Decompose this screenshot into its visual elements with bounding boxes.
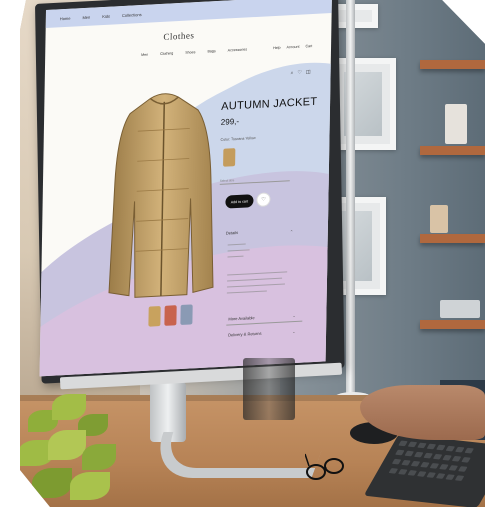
shelf-pot [430,205,448,233]
topbar-link[interactable]: Collections [122,11,142,17]
shelf-3 [420,234,485,243]
nav-utility: Help Account Cart [273,44,312,50]
product-image-jacket [108,93,214,298]
search-icon[interactable]: ⌕ [291,70,294,76]
nav-utility-item[interactable]: Account [286,45,299,50]
header-icons: ⌕ ♡ ◫ [291,69,311,76]
nav-item[interactable]: Clothing [160,51,173,56]
nav-item[interactable]: Bags [207,49,215,53]
bag-icon[interactable]: ◫ [306,69,311,75]
shelf-4 [420,320,485,329]
nav-item[interactable]: Men [141,53,148,57]
potted-plant [20,380,128,505]
add-to-cart-button[interactable]: Add to cart [225,194,254,209]
chevron-up-icon[interactable]: ⌃ [290,229,293,234]
nav-utility-item[interactable]: Cart [305,44,312,48]
topbar-link[interactable]: Kids [102,13,110,18]
shelf-2 [420,146,485,155]
shelf-1 [420,60,485,69]
main-nav: Men Clothing Shoes Bags Accessories [141,47,247,57]
monitor-stand-base [146,432,329,478]
nav-item[interactable]: Accessories [228,47,247,52]
shelf-books [440,300,480,318]
nav-item[interactable]: Shoes [185,50,195,55]
product-price: 299,- [220,116,240,127]
thumbnail-blue[interactable] [180,304,193,325]
chevron-down-icon[interactable]: ⌄ [292,329,295,334]
site-logo[interactable]: Clothes [163,30,194,42]
drinking-glass [243,358,295,420]
thumbnail-yellow[interactable] [148,306,161,327]
details-heading[interactable]: Details [226,230,238,236]
chevron-down-icon[interactable]: ⌄ [292,313,295,318]
color-swatch[interactable] [223,148,236,167]
nav-utility-item[interactable]: Help [273,46,280,50]
workspace-photo: Home Men Kids Collections Clothes Men Cl… [20,0,485,507]
shelf-vase [445,104,467,144]
topbar-link[interactable]: Men [82,14,90,19]
heart-icon[interactable]: ♡ [297,70,302,76]
monitor-screen: Home Men Kids Collections Clothes Men Cl… [39,0,332,377]
thumbnail-red[interactable] [164,305,177,326]
topbar-link[interactable]: Home [60,15,71,21]
desk-lamp-pole [346,0,355,395]
eyeglasses [305,453,344,480]
